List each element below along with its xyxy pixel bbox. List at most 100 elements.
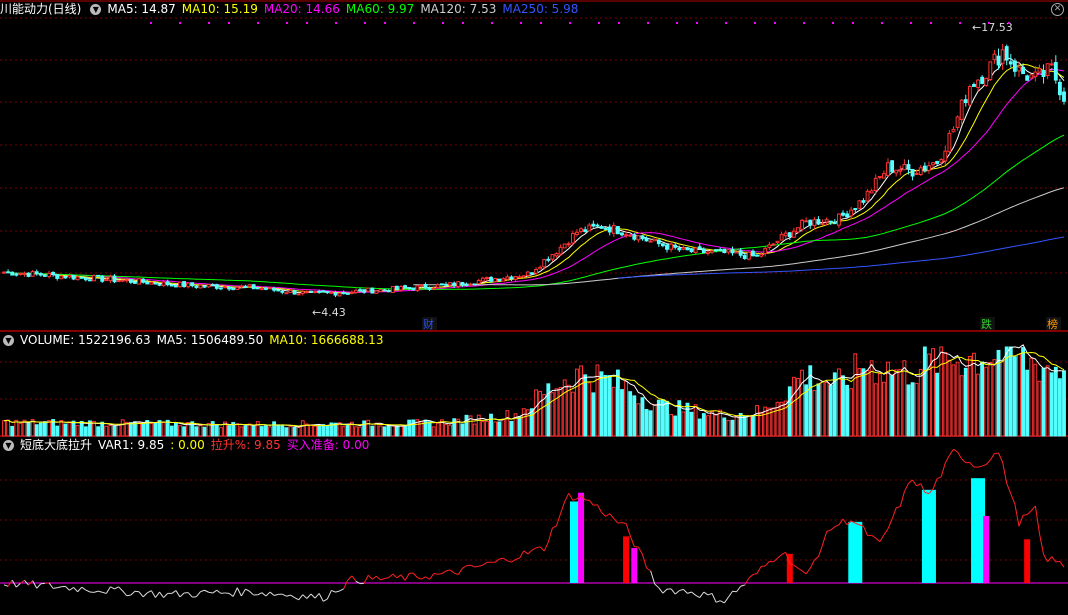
indicator-segment <box>998 452 1004 463</box>
volume-bar <box>546 383 551 437</box>
candle-body <box>456 281 461 288</box>
candle-body <box>615 226 620 235</box>
chevron-down-icon[interactable]: ▼ <box>3 440 14 451</box>
indicator-segment <box>195 591 201 598</box>
candle-body <box>910 168 915 177</box>
volume-bar <box>751 415 755 437</box>
chevron-down-icon[interactable]: ▼ <box>90 4 102 15</box>
candle-body <box>665 244 669 250</box>
chevron-down-icon[interactable]: ▼ <box>3 335 14 346</box>
volume-bar <box>149 422 154 437</box>
indicator-segment <box>372 575 377 580</box>
volume-bar <box>939 346 944 437</box>
candle-body <box>480 277 485 282</box>
indicator-segment <box>822 531 828 546</box>
volume-bar <box>530 408 534 437</box>
volume-bar <box>165 419 170 437</box>
indicator-segment <box>543 541 549 552</box>
volume-bar <box>992 359 997 437</box>
candle-body <box>182 281 187 288</box>
indicator-segment <box>421 576 426 580</box>
volume-bar <box>14 419 19 437</box>
candle-body <box>579 228 583 232</box>
price-indicator-label-2: MA20: 14.66 <box>263 2 340 16</box>
indicator-segment <box>863 526 869 536</box>
candle-body <box>407 287 412 290</box>
indicator-segment <box>613 518 619 524</box>
volume-bar <box>153 422 158 437</box>
candle-body <box>517 276 522 279</box>
candle-body <box>309 290 313 293</box>
candle-body <box>710 250 714 253</box>
volume-bar <box>480 421 485 437</box>
candle-body <box>988 61 993 81</box>
indicator-segment <box>568 492 574 501</box>
candle-body <box>591 223 596 227</box>
volume-bar <box>431 426 436 437</box>
signal-dot <box>618 22 620 24</box>
volume-bar <box>460 423 465 437</box>
volume-bar <box>1062 370 1066 437</box>
chart-canvas: ←17.53 ←4.43 财 跌 榜 <box>0 0 1068 604</box>
volume-bar <box>137 421 141 437</box>
candle-body <box>280 290 285 293</box>
candle-body <box>575 231 579 236</box>
volume-bar <box>922 346 927 437</box>
candle-body <box>583 229 588 232</box>
volume-bar <box>828 384 833 437</box>
volume-bar <box>354 426 358 437</box>
indicator-segment <box>817 544 824 557</box>
candle-body <box>660 243 665 247</box>
candle-body <box>693 247 698 253</box>
volume-bar <box>202 426 207 437</box>
candle-body <box>239 285 244 288</box>
indicator-segment <box>801 570 807 575</box>
indicator-segment <box>363 574 369 584</box>
volume-bar <box>718 409 723 437</box>
indicator-segment <box>695 594 700 598</box>
indicator-segment <box>294 597 299 601</box>
volume-bar <box>1025 369 1030 437</box>
event-marker: 财 <box>423 317 434 331</box>
candle-body <box>42 274 47 277</box>
indicator-segment <box>105 586 111 594</box>
volume-bar <box>824 382 829 437</box>
indicator-segment <box>564 492 570 502</box>
candle-body <box>857 200 862 209</box>
indicator-segment <box>65 586 70 591</box>
volume-bar <box>898 368 903 437</box>
candle-body <box>247 284 252 287</box>
candle-body <box>18 272 23 275</box>
indicator-segment <box>519 550 525 559</box>
candle-body <box>509 276 514 280</box>
indicator-segment <box>269 591 275 596</box>
indicator-segment <box>302 594 308 599</box>
volume-bar <box>595 364 600 437</box>
indicator-segment <box>940 462 946 477</box>
volume-bar <box>411 419 416 437</box>
volume-bar <box>2 420 6 437</box>
volume-bar <box>722 417 727 437</box>
close-icon[interactable]: ✕ <box>1051 3 1064 16</box>
candle-body <box>877 176 882 179</box>
candle-body <box>832 221 837 225</box>
indicator-segment <box>11 579 17 588</box>
candle-body <box>570 232 575 244</box>
indicator-segment <box>466 564 471 567</box>
volume-bar <box>1057 378 1062 437</box>
volume-bar <box>390 425 395 437</box>
candle-body <box>927 165 931 171</box>
candle-body <box>313 290 317 293</box>
candle-body <box>108 276 113 282</box>
candle-body <box>898 169 903 172</box>
indicator-segment <box>204 589 209 593</box>
volume-bar <box>378 425 383 437</box>
volume-bar <box>1045 365 1050 437</box>
indicator-segment <box>57 586 62 589</box>
indicator-segment <box>53 587 58 589</box>
candle-body <box>701 248 706 254</box>
indicator-segment <box>711 593 717 603</box>
volume-bar <box>284 427 289 437</box>
volume-bar <box>681 411 686 437</box>
candle-body <box>611 225 616 234</box>
